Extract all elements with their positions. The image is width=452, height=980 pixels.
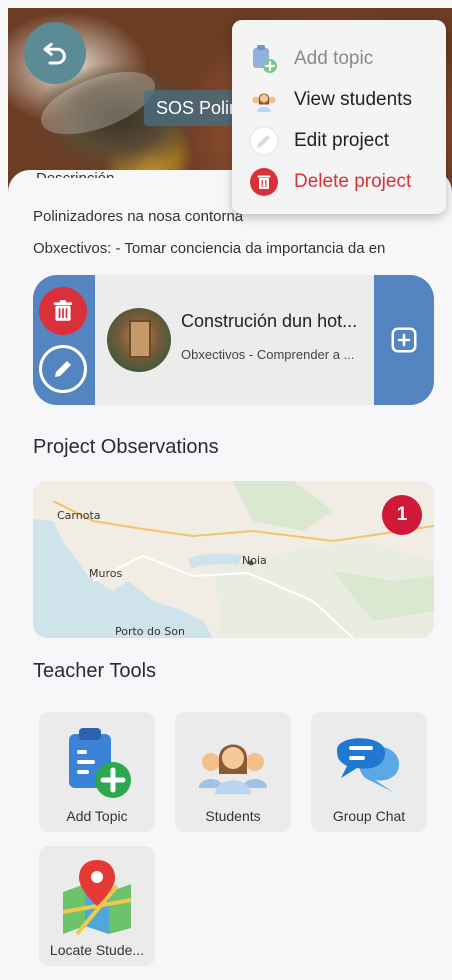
open-topic-button[interactable]	[374, 275, 434, 405]
trash-icon	[53, 300, 73, 321]
edit-topic-button[interactable]	[39, 345, 87, 393]
topic-title: Construción dun hot...	[181, 311, 358, 331]
back-button[interactable]	[24, 22, 86, 84]
menu-item-view-students[interactable]: View students	[232, 79, 446, 120]
topic-content: Construción dun hot... Obxectivos - Comp…	[95, 275, 374, 405]
menu-item-label: Delete project	[294, 170, 412, 192]
delete-topic-button[interactable]	[39, 287, 87, 335]
topic-actions	[33, 275, 95, 405]
project-options-menu: Add topic View students Edit project Del…	[232, 20, 446, 214]
teacher-tools-heading: Teacher Tools	[33, 660, 157, 682]
map-place-label: Noia	[242, 554, 267, 567]
map-place-label: Porto do Son	[115, 625, 185, 638]
map-place-label: Muros	[89, 567, 123, 580]
add-topic-icon	[69, 728, 131, 798]
pencil-icon	[55, 361, 71, 377]
project-objectives: Obxectivos: - Tomar conciencia da import…	[33, 240, 386, 257]
back-arrow-icon	[43, 42, 66, 65]
map-place-label: Carnota	[57, 509, 101, 522]
tool-label: Add Topic	[66, 808, 128, 824]
observation-count-badge[interactable]: 1	[382, 495, 422, 535]
plus-square-icon	[391, 327, 417, 353]
students-tool[interactable]: Students	[175, 712, 291, 832]
topic-objectives: Obxectivos - Comprender a ...	[181, 347, 355, 362]
students-icon	[199, 744, 267, 794]
locate-students-icon	[62, 860, 132, 936]
add-topic-tool[interactable]: Add Topic	[39, 712, 155, 832]
tool-label: Locate Stude...	[49, 942, 145, 958]
menu-item-label: View students	[294, 88, 412, 110]
menu-item-label: Edit project	[294, 129, 390, 151]
project-description: Polinizadores na nosa contorna	[33, 208, 244, 225]
menu-item-label: Add topic	[294, 47, 374, 69]
observations-heading: Project Observations	[33, 436, 219, 458]
tool-label: Students	[205, 808, 261, 824]
students-icon	[248, 84, 280, 116]
topic-card[interactable]: Construción dun hot... Obxectivos - Comp…	[33, 275, 434, 405]
menu-item-delete-project[interactable]: Delete project	[232, 161, 446, 202]
map-terrain	[33, 481, 434, 638]
group-chat-icon	[337, 738, 399, 792]
menu-item-edit-project[interactable]: Edit project	[232, 120, 446, 161]
menu-item-add-topic[interactable]: Add topic	[232, 38, 446, 79]
trash-icon	[248, 166, 280, 198]
add-topic-icon	[248, 43, 280, 75]
pencil-icon	[248, 125, 280, 157]
bug-hotel-image	[129, 320, 151, 358]
tool-label: Group Chat	[332, 808, 406, 824]
locate-students-tool[interactable]: Locate Stude...	[39, 846, 155, 966]
topic-thumbnail	[107, 308, 171, 372]
description-heading: Descripción	[36, 170, 114, 178]
observations-map[interactable]: Carnota Muros Noia Porto do Son 1	[33, 481, 434, 638]
group-chat-tool[interactable]: Group Chat	[311, 712, 427, 832]
project-detail-sheet: Descripción Polinizadores na nosa contor…	[8, 170, 452, 980]
